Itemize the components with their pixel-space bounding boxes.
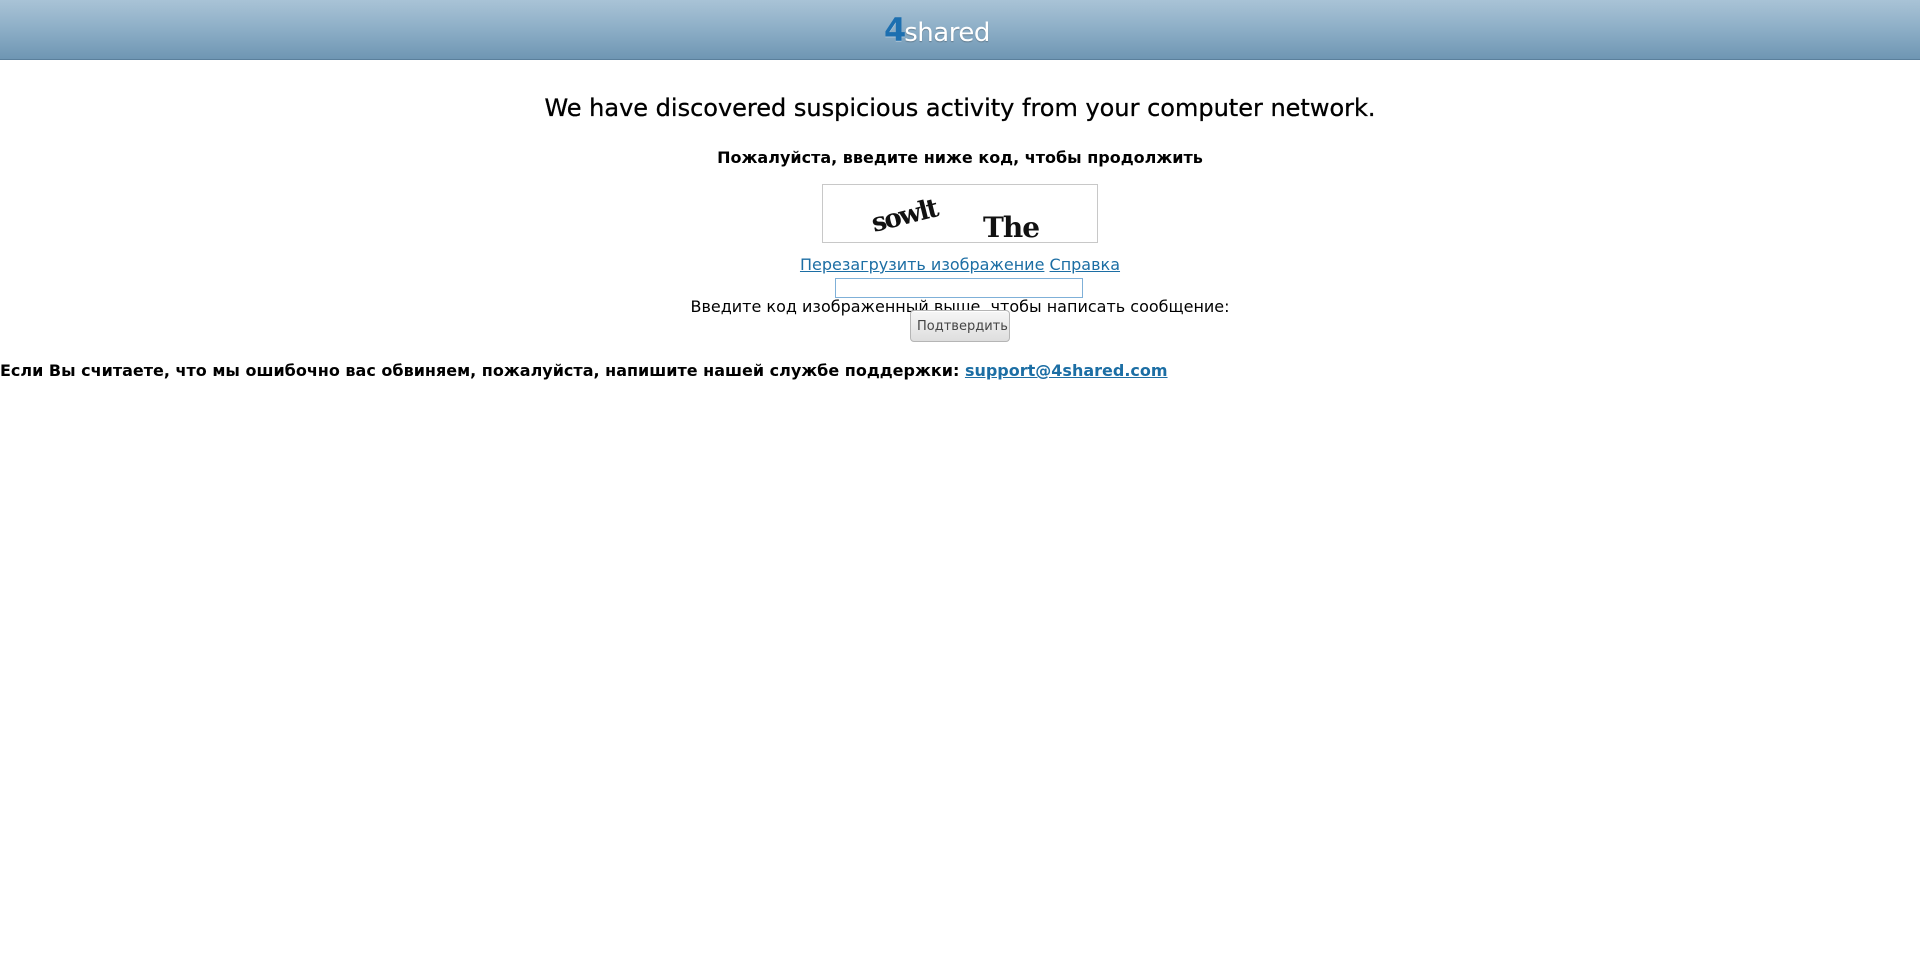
help-link[interactable]: Справка <box>1050 255 1121 274</box>
support-note-text: Если Вы считаете, что мы ошибочно вас об… <box>0 361 960 380</box>
reload-image-link[interactable]: Перезагрузить изображение <box>800 255 1044 274</box>
top-header-bar: 4 shared <box>0 0 1920 60</box>
support-email-link[interactable]: support@4shared.com <box>965 361 1168 380</box>
logo-text: shared <box>904 18 990 48</box>
captcha-prompt: Пожалуйста, введите ниже код, чтобы прод… <box>717 148 1203 167</box>
submit-button[interactable]: Подтвердить <box>910 310 1010 342</box>
4shared-logo[interactable]: 4 shared <box>884 11 990 49</box>
support-note: Если Вы считаете, что мы ошибочно вас об… <box>0 361 1920 380</box>
captcha-code-input[interactable] <box>835 278 1083 298</box>
logo-four: 4 <box>884 11 906 49</box>
captcha-word-right: The <box>983 211 1039 242</box>
captcha-links: Перезагрузить изображение Справка <box>0 255 1920 274</box>
captcha-image: sowlt The <box>822 184 1098 243</box>
page-title: We have discovered suspicious activity f… <box>544 94 1376 122</box>
captcha-word-left: sowlt <box>869 193 942 239</box>
